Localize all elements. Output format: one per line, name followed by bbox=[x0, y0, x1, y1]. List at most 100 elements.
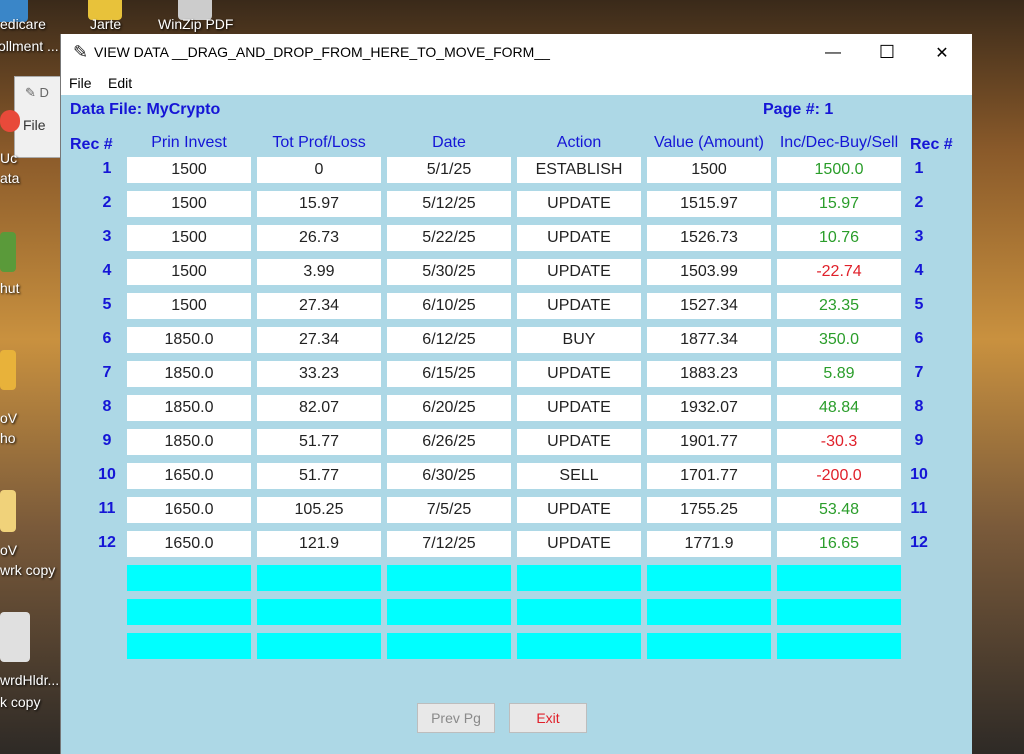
data-cell[interactable]: 5/1/25 bbox=[387, 157, 511, 183]
data-cell[interactable]: 7/12/25 bbox=[387, 531, 511, 557]
data-cell[interactable]: 5/12/25 bbox=[387, 191, 511, 217]
data-cell[interactable]: 1500 bbox=[127, 191, 251, 217]
empty-cell[interactable] bbox=[127, 565, 251, 591]
data-cell[interactable]: UPDATE bbox=[517, 259, 641, 285]
data-cell[interactable]: 5.89 bbox=[777, 361, 901, 387]
data-cell[interactable]: 1500.0 bbox=[777, 157, 901, 183]
empty-cell[interactable] bbox=[257, 633, 381, 659]
data-cell[interactable]: 27.34 bbox=[257, 293, 381, 319]
data-cell[interactable]: 6/15/25 bbox=[387, 361, 511, 387]
data-cell[interactable]: 3.99 bbox=[257, 259, 381, 285]
data-cell[interactable]: 1901.77 bbox=[647, 429, 771, 455]
data-cell[interactable]: 23.35 bbox=[777, 293, 901, 319]
data-cell[interactable]: 1932.07 bbox=[647, 395, 771, 421]
data-cell[interactable]: ESTABLISH bbox=[517, 157, 641, 183]
empty-cell[interactable] bbox=[647, 633, 771, 659]
data-cell[interactable]: -30.3 bbox=[777, 429, 901, 455]
data-cell[interactable]: 15.97 bbox=[777, 191, 901, 217]
maximize-button[interactable]: ☐ bbox=[864, 34, 910, 71]
data-cell[interactable]: 6/20/25 bbox=[387, 395, 511, 421]
exit-button[interactable]: Exit bbox=[509, 703, 587, 733]
empty-cell[interactable] bbox=[777, 565, 901, 591]
data-cell[interactable]: 15.97 bbox=[257, 191, 381, 217]
data-cell[interactable]: 1850.0 bbox=[127, 395, 251, 421]
data-cell[interactable]: UPDATE bbox=[517, 191, 641, 217]
desktop-icon-label[interactable]: wrdHldr... bbox=[0, 672, 59, 688]
chrome-app-icon[interactable] bbox=[0, 110, 20, 132]
data-cell[interactable]: UPDATE bbox=[517, 531, 641, 557]
data-cell[interactable]: 1650.0 bbox=[127, 531, 251, 557]
prev-page-button[interactable]: Prev Pg bbox=[417, 703, 495, 733]
data-cell[interactable]: 1850.0 bbox=[127, 361, 251, 387]
data-cell[interactable]: 1755.25 bbox=[647, 497, 771, 523]
data-cell[interactable]: 5/30/25 bbox=[387, 259, 511, 285]
menu-edit[interactable]: Edit bbox=[108, 75, 132, 91]
data-cell[interactable]: UPDATE bbox=[517, 429, 641, 455]
empty-cell[interactable] bbox=[127, 633, 251, 659]
data-cell[interactable]: 1650.0 bbox=[127, 497, 251, 523]
folder-icon[interactable] bbox=[0, 350, 16, 390]
data-cell[interactable]: 5/22/25 bbox=[387, 225, 511, 251]
data-cell[interactable]: 1771.9 bbox=[647, 531, 771, 557]
data-cell[interactable]: 1500 bbox=[127, 225, 251, 251]
empty-cell[interactable] bbox=[777, 633, 901, 659]
data-cell[interactable]: -200.0 bbox=[777, 463, 901, 489]
data-cell[interactable]: UPDATE bbox=[517, 395, 641, 421]
data-cell[interactable]: 1850.0 bbox=[127, 327, 251, 353]
data-cell[interactable]: 350.0 bbox=[777, 327, 901, 353]
data-cell[interactable]: 53.48 bbox=[777, 497, 901, 523]
data-cell[interactable]: 33.23 bbox=[257, 361, 381, 387]
data-cell[interactable]: 1877.34 bbox=[647, 327, 771, 353]
data-cell[interactable]: 1650.0 bbox=[127, 463, 251, 489]
title-bar[interactable]: ✎ VIEW DATA __DRAG_AND_DROP_FROM_HERE_TO… bbox=[61, 34, 972, 71]
folder-icon[interactable] bbox=[0, 490, 16, 532]
data-cell[interactable]: 6/12/25 bbox=[387, 327, 511, 353]
data-cell[interactable]: 51.77 bbox=[257, 463, 381, 489]
empty-cell[interactable] bbox=[127, 599, 251, 625]
desktop-icon-label[interactable]: Jarte bbox=[90, 16, 121, 32]
data-cell[interactable]: 48.84 bbox=[777, 395, 901, 421]
data-cell[interactable]: 16.65 bbox=[777, 531, 901, 557]
data-cell[interactable]: BUY bbox=[517, 327, 641, 353]
data-cell[interactable]: 1500 bbox=[127, 157, 251, 183]
data-cell[interactable]: 1500 bbox=[127, 259, 251, 285]
empty-cell[interactable] bbox=[517, 599, 641, 625]
desktop-icon-label[interactable]: WinZip PDF bbox=[158, 16, 233, 32]
data-cell[interactable]: 1503.99 bbox=[647, 259, 771, 285]
data-cell[interactable]: 105.25 bbox=[257, 497, 381, 523]
data-cell[interactable]: 6/30/25 bbox=[387, 463, 511, 489]
data-cell[interactable]: SELL bbox=[517, 463, 641, 489]
data-cell[interactable]: 1527.34 bbox=[647, 293, 771, 319]
close-button[interactable]: ✕ bbox=[919, 34, 965, 71]
empty-cell[interactable] bbox=[647, 599, 771, 625]
data-cell[interactable]: 1701.77 bbox=[647, 463, 771, 489]
data-cell[interactable]: 1500 bbox=[647, 157, 771, 183]
empty-cell[interactable] bbox=[517, 633, 641, 659]
data-cell[interactable]: UPDATE bbox=[517, 361, 641, 387]
empty-cell[interactable] bbox=[777, 599, 901, 625]
data-cell[interactable]: 1515.97 bbox=[647, 191, 771, 217]
data-cell[interactable]: 26.73 bbox=[257, 225, 381, 251]
empty-cell[interactable] bbox=[517, 565, 641, 591]
data-cell[interactable]: 51.77 bbox=[257, 429, 381, 455]
data-cell[interactable]: 82.07 bbox=[257, 395, 381, 421]
empty-cell[interactable] bbox=[387, 565, 511, 591]
data-cell[interactable]: 1883.23 bbox=[647, 361, 771, 387]
data-cell[interactable]: UPDATE bbox=[517, 225, 641, 251]
empty-cell[interactable] bbox=[257, 599, 381, 625]
data-cell[interactable]: 1500 bbox=[127, 293, 251, 319]
data-cell[interactable]: 10.76 bbox=[777, 225, 901, 251]
data-cell[interactable]: UPDATE bbox=[517, 293, 641, 319]
minimize-button[interactable]: — bbox=[810, 34, 856, 71]
data-cell[interactable]: 7/5/25 bbox=[387, 497, 511, 523]
empty-cell[interactable] bbox=[387, 599, 511, 625]
data-cell[interactable]: 1526.73 bbox=[647, 225, 771, 251]
data-cell[interactable]: 1850.0 bbox=[127, 429, 251, 455]
desktop-icon-label[interactable]: k copy bbox=[0, 694, 40, 710]
data-cell[interactable]: 0 bbox=[257, 157, 381, 183]
data-cell[interactable]: UPDATE bbox=[517, 497, 641, 523]
data-cell[interactable]: 6/26/25 bbox=[387, 429, 511, 455]
data-cell[interactable]: 27.34 bbox=[257, 327, 381, 353]
empty-cell[interactable] bbox=[647, 565, 771, 591]
background-window-menu-file[interactable]: File bbox=[23, 117, 46, 133]
